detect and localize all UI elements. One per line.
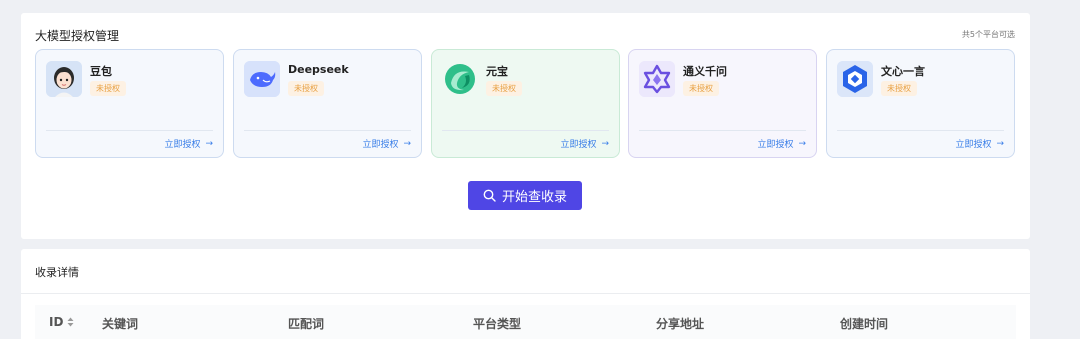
- deepseek-whale-icon: [244, 61, 280, 97]
- card-divider: [639, 130, 806, 131]
- start-check-label: 开始查收录: [501, 190, 567, 205]
- authorize-label: 立即授权: [955, 140, 992, 150]
- status-badge: 未授权: [486, 81, 522, 96]
- authorize-label: 立即授权: [164, 140, 201, 150]
- search-icon: [483, 189, 496, 202]
- platform-card-tongyi: 通义千问 未授权 立即授权 →: [628, 49, 817, 158]
- doubao-avatar-icon: [46, 61, 82, 97]
- column-platform-type: 平台类型: [473, 317, 522, 331]
- authorize-link-yuanbao[interactable]: 立即授权 →: [560, 137, 609, 151]
- card-divider: [837, 130, 1004, 131]
- platform-count: 共5个平台可选: [961, 30, 1015, 39]
- platform-name: 元宝: [486, 65, 508, 78]
- status-badge: 未授权: [683, 81, 719, 96]
- status-badge: 未授权: [881, 81, 917, 96]
- card-divider: [46, 130, 213, 131]
- records-divider: [21, 293, 1030, 294]
- authorize-link-doubao[interactable]: 立即授权 →: [164, 137, 213, 151]
- platform-card-deepseek: Deepseek 未授权 立即授权 →: [233, 49, 422, 158]
- platform-card-yuanbao: 元宝 未授权 立即授权 →: [431, 49, 620, 158]
- arrow-right-icon: →: [601, 138, 609, 149]
- platform-name: 文心一言: [881, 65, 925, 78]
- platform-name: Deepseek: [288, 63, 349, 76]
- platform-cards: 豆包 未授权 立即授权 → Deepseek 未授权 立即授权 → 元宝 未授权…: [35, 49, 1016, 159]
- arrow-right-icon: →: [205, 138, 213, 149]
- wenxin-icon: [837, 61, 873, 97]
- authorize-link-wenxin[interactable]: 立即授权 →: [955, 137, 1004, 151]
- platform-name: 豆包: [90, 65, 112, 78]
- card-divider: [244, 130, 411, 131]
- yuanbao-icon: [442, 61, 478, 97]
- authorize-link-tongyi[interactable]: 立即授权 →: [757, 137, 806, 151]
- column-share-url: 分享地址: [656, 317, 705, 331]
- column-created-time: 创建时间: [840, 317, 889, 331]
- records-title: 收录详情: [35, 266, 79, 279]
- platform-card-wenxin: 文心一言 未授权 立即授权 →: [826, 49, 1015, 158]
- card-divider: [442, 130, 609, 131]
- table-header: ID 关键词 匹配词 平台类型 分享地址 创建时间: [35, 305, 1016, 339]
- start-check-button[interactable]: 开始查收录: [468, 181, 582, 210]
- platform-name: 通义千问: [683, 65, 727, 78]
- column-match-word: 匹配词: [288, 317, 325, 331]
- status-badge: 未授权: [90, 81, 126, 96]
- arrow-right-icon: →: [996, 138, 1004, 149]
- tongyi-icon: [639, 61, 675, 97]
- authorize-link-deepseek[interactable]: 立即授权 →: [362, 137, 411, 151]
- column-id[interactable]: ID: [49, 315, 74, 329]
- arrow-right-icon: →: [798, 138, 806, 149]
- authorize-label: 立即授权: [362, 140, 399, 150]
- status-badge: 未授权: [288, 81, 324, 96]
- authorize-label: 立即授权: [757, 140, 794, 150]
- records-panel: 收录详情 ID 关键词 匹配词 平台类型 分享地址 创建时间: [21, 249, 1030, 339]
- authorize-label: 立即授权: [560, 140, 597, 150]
- auth-management-panel: 大模型授权管理 共5个平台可选 豆包 未授权 立即授权 → Deepseek 未…: [21, 13, 1030, 239]
- arrow-right-icon: →: [403, 138, 411, 149]
- column-keyword: 关键词: [102, 317, 139, 331]
- panel-title: 大模型授权管理: [35, 29, 120, 43]
- platform-card-doubao: 豆包 未授权 立即授权 →: [35, 49, 224, 158]
- sort-icon[interactable]: [67, 317, 74, 327]
